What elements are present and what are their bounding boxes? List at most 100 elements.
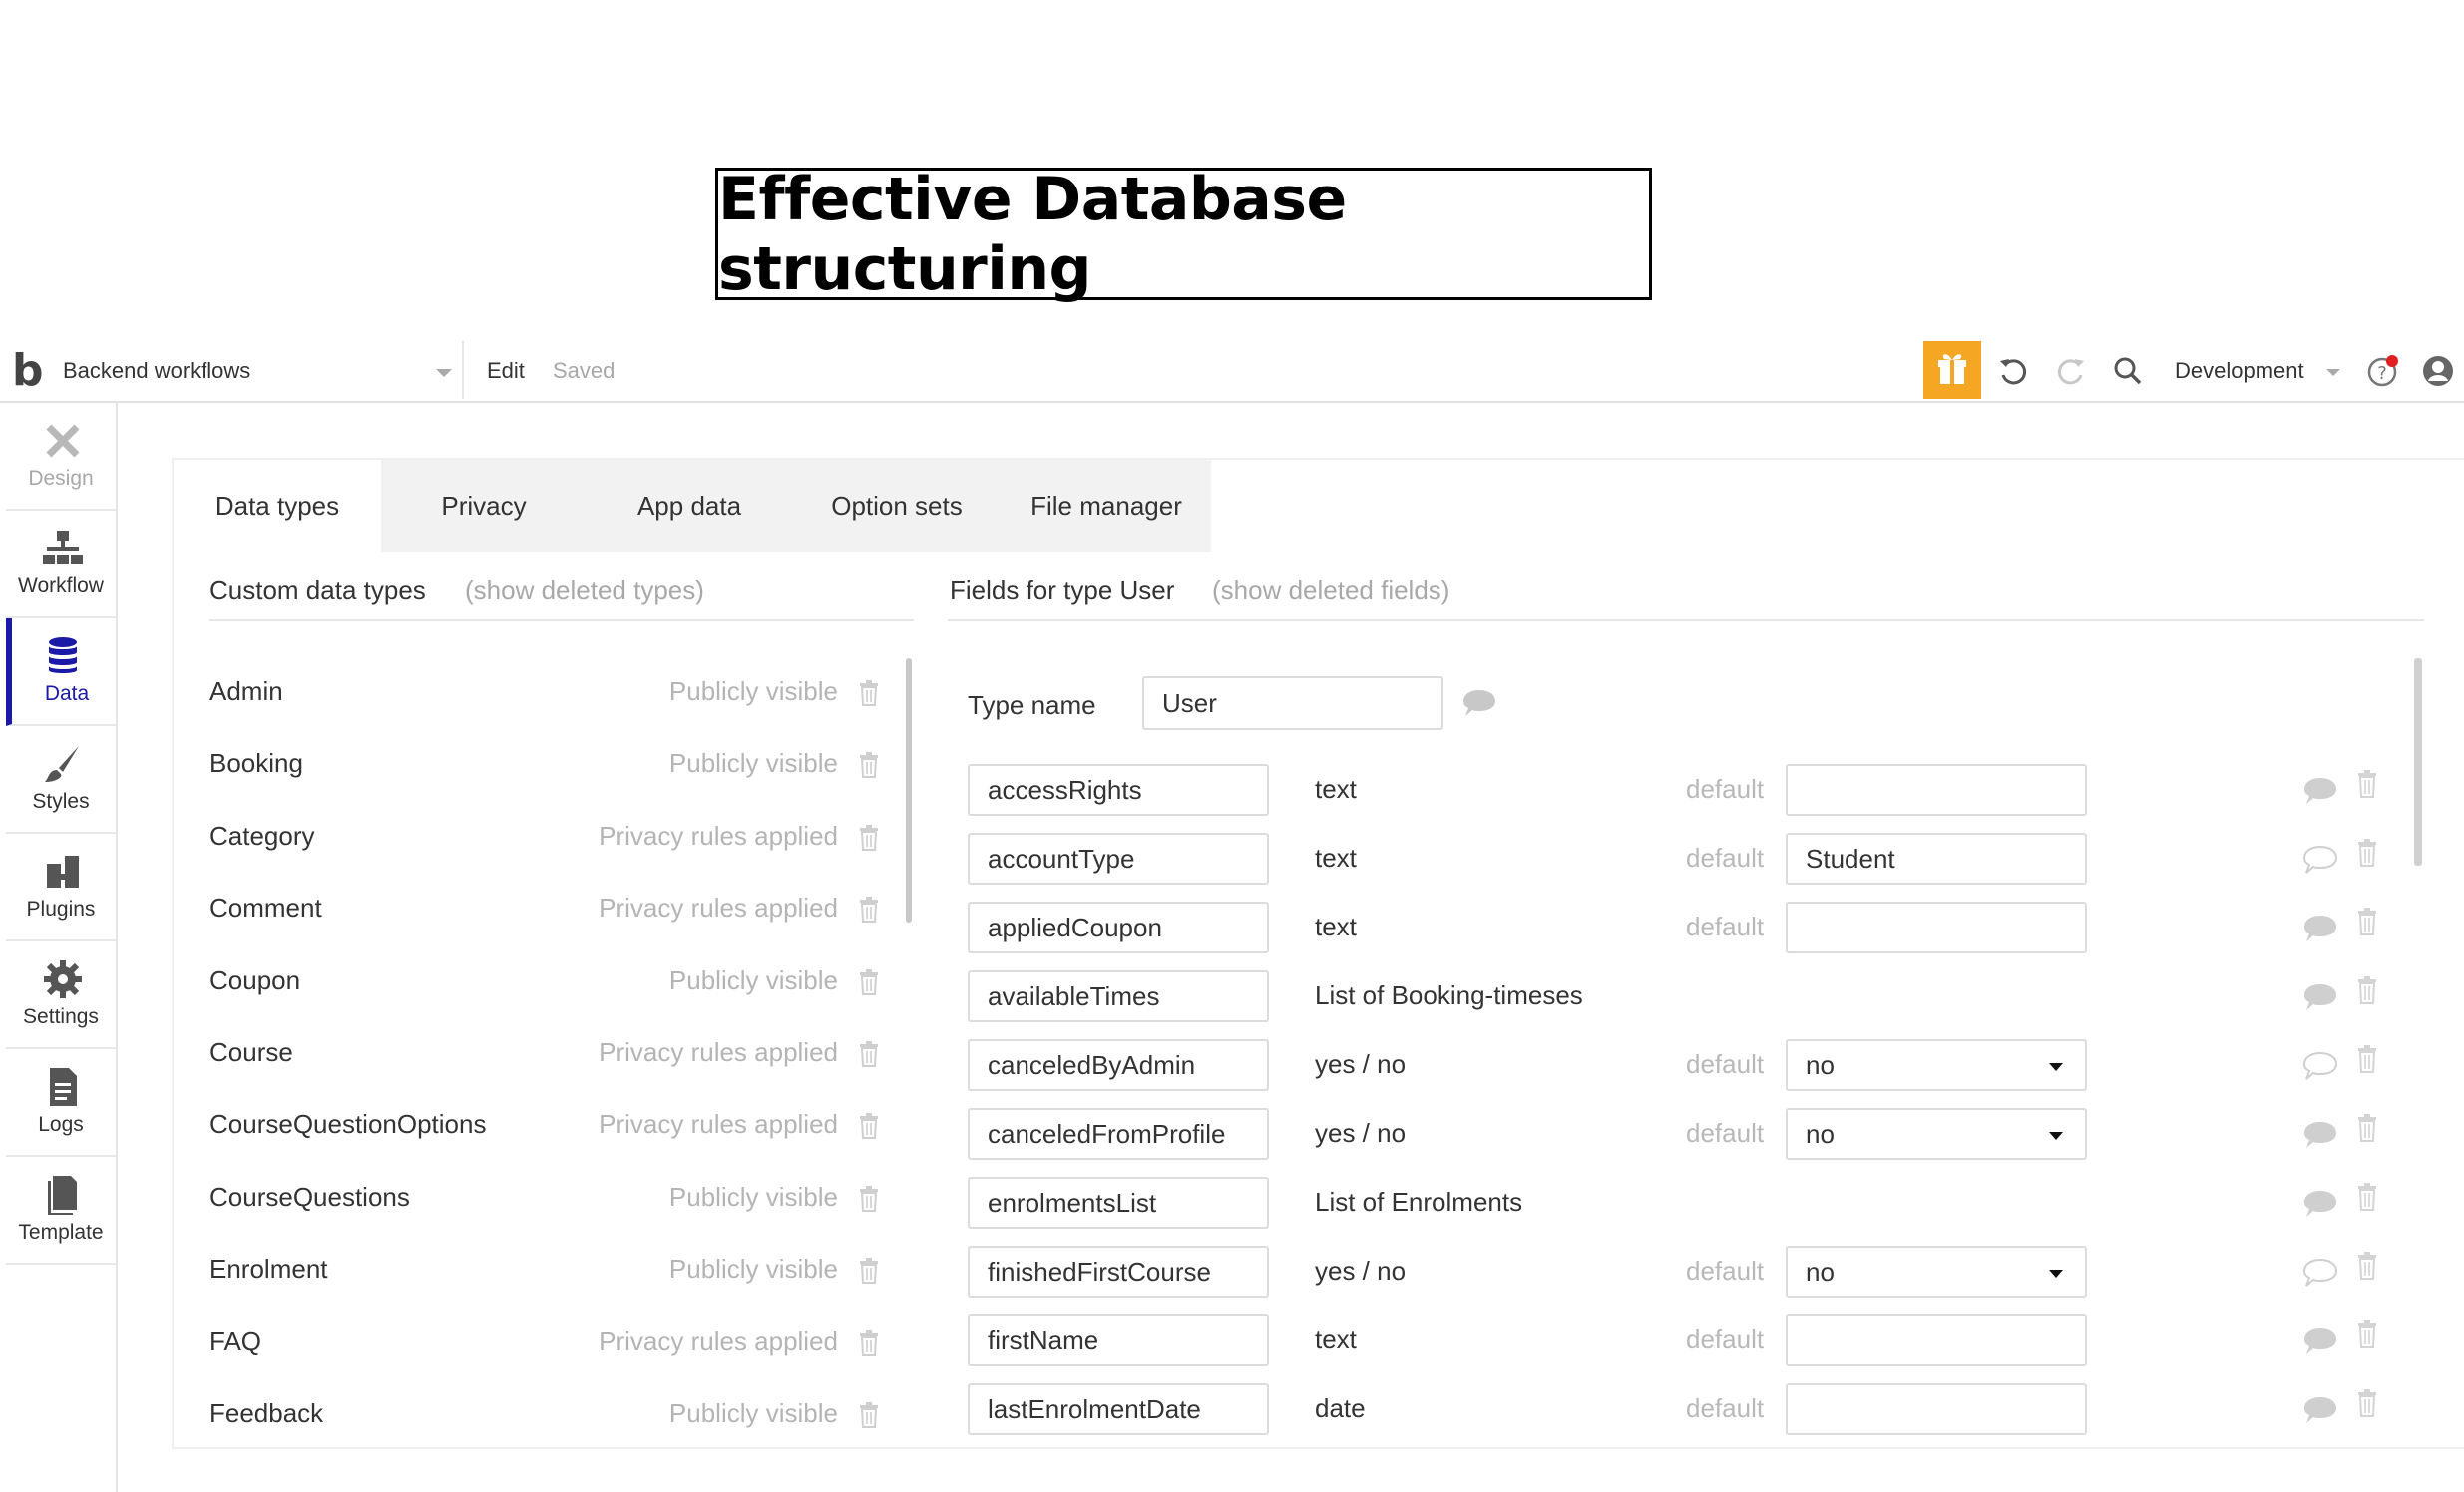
trash-icon[interactable] [858,1330,880,1356]
type-row[interactable]: FAQ Privacy rules applied [209,1318,898,1368]
bubble-logo[interactable]: b [12,349,44,393]
field-name-input[interactable]: canceledByAdmin [968,1039,1269,1091]
field-type[interactable]: yes / no [1315,1049,1406,1080]
trash-icon[interactable] [858,1186,880,1212]
types-scrollbar[interactable] [906,658,912,923]
search-icon[interactable] [2110,353,2146,389]
sidebar-item-styles[interactable]: Styles [6,726,116,834]
default-value-input[interactable] [1786,902,2087,953]
page-selector[interactable]: Backend workflows [63,355,452,387]
comment-icon[interactable] [2302,982,2338,1012]
default-value-dropdown[interactable]: no [1786,1108,2087,1160]
sidebar-item-data[interactable]: Data [6,618,116,726]
field-type[interactable]: text [1315,774,1357,805]
trash-icon[interactable] [2356,1045,2378,1073]
trash-icon[interactable] [858,897,880,923]
environment-selector[interactable]: Development [2175,355,2340,387]
fields-scrollbar[interactable] [2414,658,2422,866]
tab-data-types[interactable]: Data types [174,460,381,552]
field-name-input[interactable]: canceledFromProfile [968,1108,1269,1160]
field-name-input[interactable]: enrolmentsList [968,1177,1269,1229]
sidebar-item-design[interactable]: Design [6,403,116,511]
gift-button[interactable] [1923,341,1981,399]
trash-icon[interactable] [858,1258,880,1284]
comment-icon[interactable] [1461,688,1497,718]
trash-icon[interactable] [858,825,880,851]
default-value-input[interactable] [1786,1383,2087,1435]
type-row[interactable]: CourseQuestionOptions Privacy rules appli… [209,1101,898,1151]
trash-icon[interactable] [2356,1320,2378,1348]
undo-icon[interactable] [1995,353,2031,389]
type-row[interactable]: Admin Publicly visible [209,668,898,718]
default-value-input[interactable]: Student [1786,833,2087,885]
trash-icon[interactable] [2356,976,2378,1004]
tab-privacy[interactable]: Privacy [381,460,587,552]
type-row[interactable]: Coupon Publicly visible [209,957,898,1007]
field-type[interactable]: text [1315,843,1357,874]
field-type[interactable]: List of Booking-timeses [1315,980,1583,1011]
sidebar-item-template[interactable]: Template [6,1157,116,1265]
trash-icon[interactable] [2356,1114,2378,1142]
type-name: Admin [209,676,283,706]
field-type[interactable]: List of Enrolments [1315,1187,1522,1218]
trash-icon[interactable] [858,1113,880,1139]
default-value-input[interactable] [1786,764,2087,816]
default-value-dropdown[interactable]: no [1786,1246,2087,1298]
trash-icon[interactable] [2356,908,2378,935]
tab-file-manager[interactable]: File manager [1002,460,1211,552]
trash-icon[interactable] [858,680,880,706]
show-deleted-types-link[interactable]: (show deleted types) [465,575,704,606]
edit-menu[interactable]: Edit [487,355,525,387]
comment-icon[interactable] [2302,1395,2338,1425]
tab-app-data[interactable]: App data [587,460,792,552]
field-type[interactable]: text [1315,1324,1357,1355]
sidebar-item-settings[interactable]: Settings [6,941,116,1049]
default-value-input[interactable] [1786,1314,2087,1366]
type-row[interactable]: Comment Privacy rules applied [209,885,898,934]
help-icon[interactable]: ? [2364,353,2400,389]
field-name-input[interactable]: accountType [968,833,1269,885]
comment-icon[interactable] [2302,1258,2338,1288]
field-name-input[interactable]: availableTimes [968,970,1269,1022]
field-name-input[interactable]: firstName [968,1314,1269,1366]
trash-icon[interactable] [2356,1183,2378,1211]
comment-icon[interactable] [2302,1051,2338,1081]
trash-icon[interactable] [2356,1252,2378,1280]
type-row[interactable]: Category Privacy rules applied [209,813,898,863]
sidebar-item-workflow[interactable]: Workflow [6,511,116,618]
field-name-input[interactable]: lastEnrolmentDate [968,1383,1269,1435]
comment-icon[interactable] [2302,845,2338,875]
field-name-input[interactable]: accessRights [968,764,1269,816]
trash-icon[interactable] [2356,770,2378,798]
comment-icon[interactable] [2302,1326,2338,1356]
type-row[interactable]: CourseQuestions Publicly visible [209,1174,898,1224]
trash-icon[interactable] [2356,1389,2378,1417]
redo-icon[interactable] [2053,353,2089,389]
user-avatar-icon[interactable] [2420,353,2456,389]
sidebar-item-logs[interactable]: Logs [6,1049,116,1157]
trash-icon[interactable] [858,969,880,995]
field-type[interactable]: date [1315,1393,1366,1424]
field-name-input[interactable]: appliedCoupon [968,902,1269,953]
field-type[interactable]: yes / no [1315,1256,1406,1287]
field-name-input[interactable]: finishedFirstCourse [968,1246,1269,1298]
comment-icon[interactable] [2302,1189,2338,1219]
field-type[interactable]: yes / no [1315,1118,1406,1149]
comment-icon[interactable] [2302,1120,2338,1150]
sidebar-item-plugins[interactable]: Plugins [6,834,116,941]
tab-option-sets[interactable]: Option sets [792,460,1002,552]
comment-icon[interactable] [2302,914,2338,943]
type-row[interactable]: Booking Publicly visible [209,740,898,790]
field-type[interactable]: text [1315,912,1357,942]
type-row[interactable]: Enrolment Publicly visible [209,1246,898,1296]
type-row[interactable]: Feedback Publicly visible [209,1390,898,1440]
type-row[interactable]: Course Privacy rules applied [209,1029,898,1079]
trash-icon[interactable] [858,1041,880,1067]
default-value-dropdown[interactable]: no [1786,1039,2087,1091]
trash-icon[interactable] [858,1402,880,1428]
comment-icon[interactable] [2302,776,2338,806]
trash-icon[interactable] [2356,839,2378,867]
type-name-input[interactable]: User [1142,676,1443,730]
show-deleted-fields-link[interactable]: (show deleted fields) [1212,575,1449,606]
trash-icon[interactable] [858,752,880,778]
